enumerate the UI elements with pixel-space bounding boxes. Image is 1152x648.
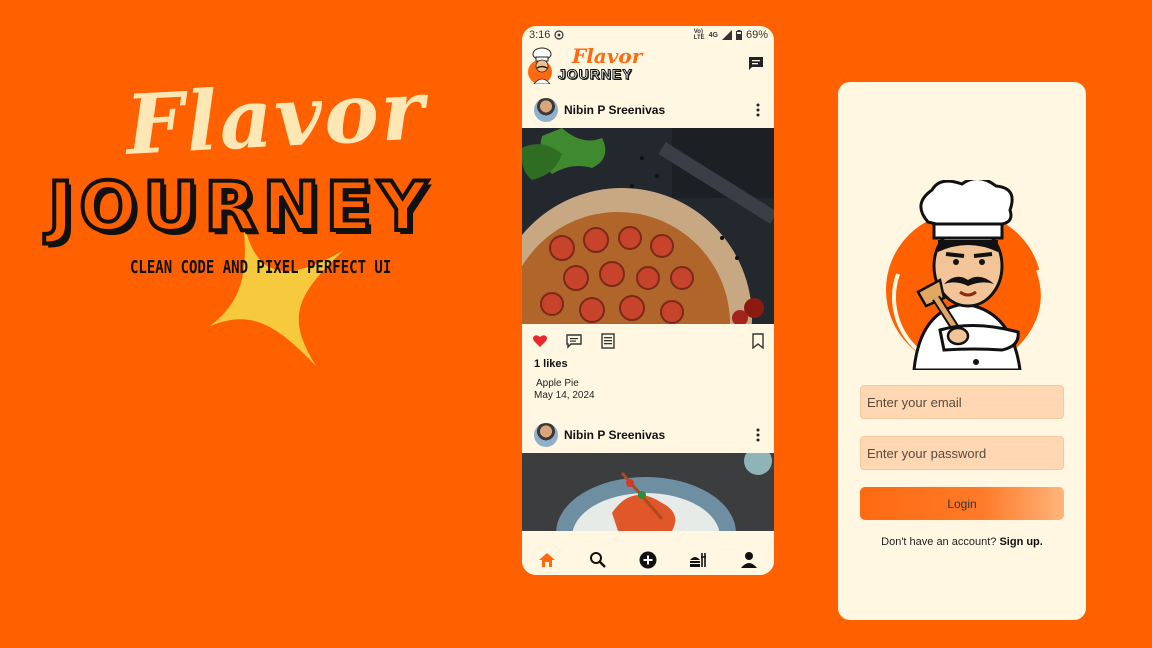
- post-header: Nibin P Sreenivas: [522, 92, 774, 128]
- post-date: May 14, 2024: [534, 390, 595, 401]
- logo-journey: JOURNEY: [558, 66, 633, 83]
- promo-title-journey: JOURNEY: [46, 166, 434, 249]
- promo-branding: Flavor JOURNEY CLEAN CODE AND PIXEL PERF…: [0, 0, 500, 648]
- search-icon[interactable]: [589, 551, 607, 569]
- promo-tagline: CLEAN CODE AND PIXEL PERFECT UI: [130, 258, 392, 278]
- login-phone-screen: Login Don't have an account? Sign up.: [838, 82, 1086, 620]
- profile-icon[interactable]: [740, 551, 758, 569]
- feed-phone-screen: 3:16 Vo) LTE 4G 69% Flavor JOURNEY Nibin…: [522, 26, 774, 575]
- post-username[interactable]: Nibin P Sreenivas: [564, 103, 665, 117]
- signup-link[interactable]: Sign up.: [999, 536, 1042, 548]
- bottom-navigation: [522, 545, 774, 575]
- network-label: Vo) LTE: [693, 29, 705, 41]
- network-gen: 4G: [708, 31, 718, 39]
- comment-icon[interactable]: [566, 333, 582, 349]
- promo-title-flavor: Flavor: [123, 62, 429, 174]
- recipe-icon[interactable]: [600, 333, 616, 349]
- email-field[interactable]: [860, 385, 1064, 419]
- more-options-icon[interactable]: [756, 428, 760, 442]
- avatar[interactable]: [534, 423, 558, 447]
- add-icon[interactable]: [639, 551, 657, 569]
- logo-flavor: Flavor: [572, 44, 643, 68]
- battery-level: 69%: [745, 29, 768, 41]
- apple-pie-photo: [522, 128, 774, 324]
- post-actions: [522, 324, 774, 358]
- recipes-icon[interactable]: [689, 551, 707, 569]
- more-options-icon[interactable]: [756, 103, 760, 117]
- post-header: Nibin P Sreenivas: [522, 417, 774, 453]
- status-time: 3:16: [529, 29, 551, 41]
- login-button[interactable]: Login: [860, 487, 1064, 520]
- home-icon[interactable]: [538, 551, 556, 569]
- likes-count: 1 likes: [534, 358, 568, 370]
- post-caption: Apple Pie: [536, 378, 579, 389]
- notification-icon: [554, 30, 565, 40]
- dish-photo: [522, 453, 774, 531]
- status-bar: 3:16 Vo) LTE 4G 69%: [522, 26, 774, 44]
- app-header: Flavor JOURNEY: [522, 44, 774, 92]
- chef-mascot-icon: [886, 180, 1045, 370]
- signup-row: Don't have an account? Sign up.: [838, 536, 1086, 548]
- post-image-dish[interactable]: [522, 453, 774, 531]
- chat-icon[interactable]: [748, 56, 764, 72]
- password-field[interactable]: [860, 436, 1064, 470]
- avatar[interactable]: [534, 98, 558, 122]
- bookmark-icon[interactable]: [750, 333, 766, 349]
- signup-prompt: Don't have an account?: [881, 536, 997, 548]
- post-image-apple-pie[interactable]: [522, 128, 774, 324]
- post-username[interactable]: Nibin P Sreenivas: [564, 428, 665, 442]
- signal-icon: [721, 30, 732, 40]
- chef-logo-icon: [528, 47, 552, 84]
- heart-icon[interactable]: [532, 333, 548, 349]
- battery-icon: [735, 30, 742, 40]
